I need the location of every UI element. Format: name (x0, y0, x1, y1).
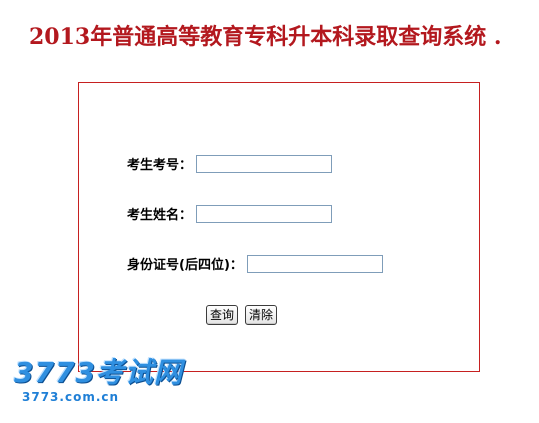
student-name-input[interactable] (196, 204, 333, 223)
exam-number-colon: ： (179, 158, 193, 173)
query-form-panel: 考生考号 ： 考生姓名 ： 身份证号(后四位) ： 查询 清除 (78, 82, 480, 372)
site-watermark-logo: 3773考试网 3773.com.cn (14, 358, 194, 408)
clear-button[interactable]: 清除 (245, 305, 277, 325)
exam-number-input[interactable] (196, 154, 333, 173)
id-last4-colon: ： (229, 258, 243, 273)
id-last4-label: 身份证号(后四位) (127, 258, 230, 273)
id-last4-row: 身份证号(后四位) ： (127, 254, 383, 273)
student-name-row: 考生姓名 ： (127, 204, 333, 223)
page-title: 2013年普通高等教育专科升本科录取查询系统 . (29, 24, 502, 50)
watermark-domain-text: 3773.com.cn (22, 390, 120, 404)
exam-number-row: 考生考号 ： (127, 154, 333, 173)
watermark-brand-text: 3773考试网 (14, 356, 183, 389)
student-name-label: 考生姓名 (127, 208, 180, 223)
exam-number-label: 考生考号 (127, 158, 180, 173)
student-name-colon: ： (179, 208, 193, 223)
query-button[interactable]: 查询 (206, 305, 238, 325)
id-last4-input[interactable] (246, 254, 383, 273)
